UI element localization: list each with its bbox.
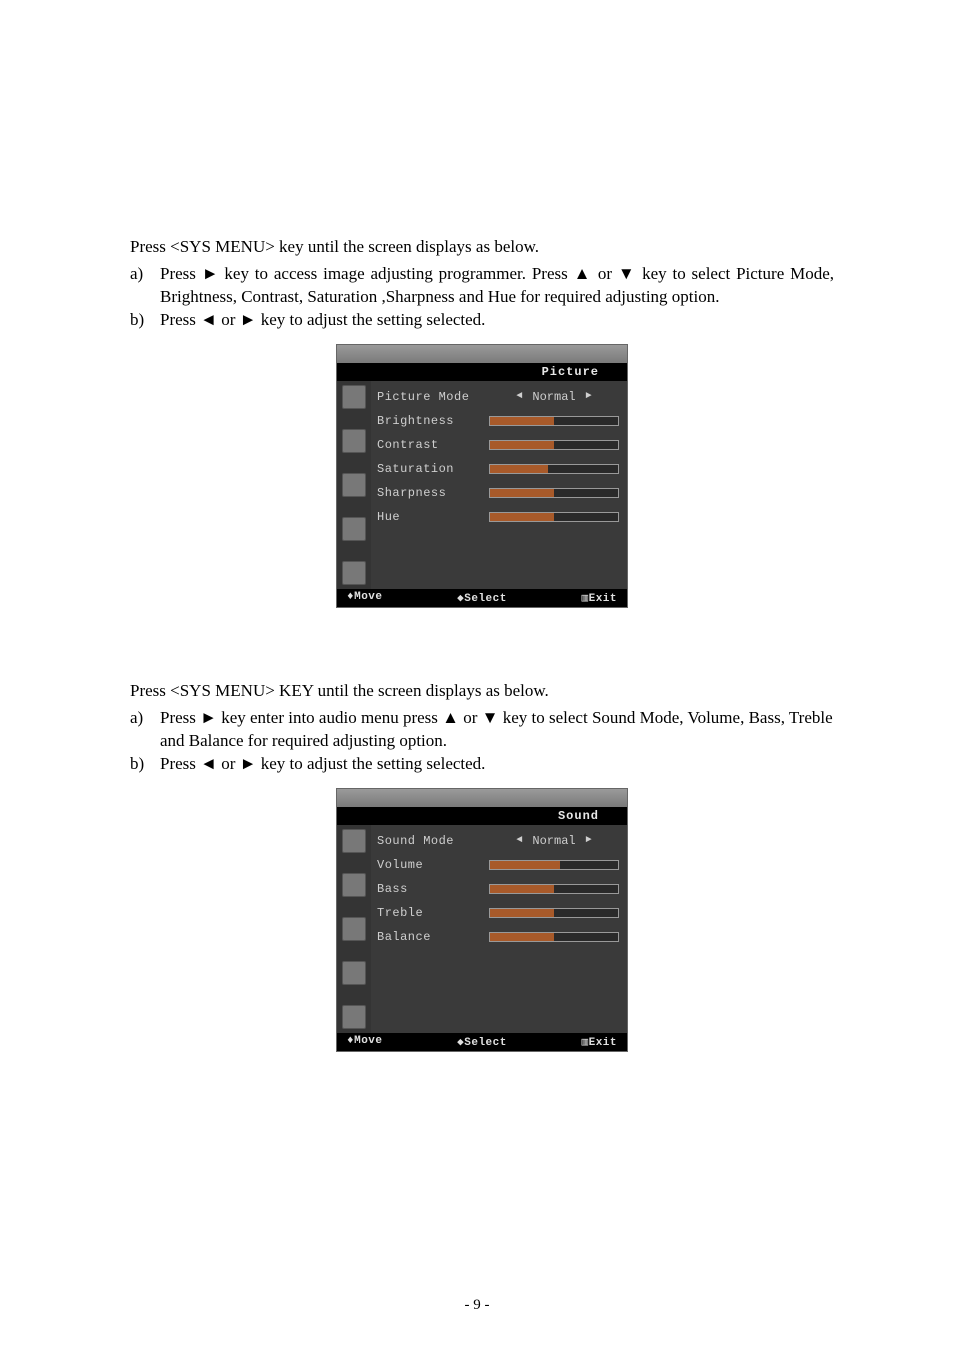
sound-mode-value: Normal (532, 834, 575, 848)
brightness-slider[interactable] (489, 416, 619, 426)
picture-step-b: Press ◄ or ► key to adjust the setting s… (160, 309, 834, 332)
row-contrast[interactable]: Contrast (377, 433, 619, 457)
balance-slider[interactable] (489, 932, 619, 942)
misc-category-icon[interactable] (342, 1005, 366, 1029)
contrast-slider[interactable] (489, 440, 619, 450)
list-marker-a: a) (130, 707, 160, 753)
osd-category-icons (337, 381, 371, 589)
list-marker-b: b) (130, 309, 160, 332)
row-spacer (377, 949, 619, 973)
picture-category-icon[interactable] (342, 385, 366, 409)
row-balance[interactable]: Balance (377, 925, 619, 949)
osd-value-selector: ◄ Normal ► (489, 390, 619, 404)
osd-footer: ♦Move ◆Select ▥Exit (337, 1033, 627, 1051)
row-hue[interactable]: Hue (377, 505, 619, 529)
page-number: - 9 - (0, 1297, 954, 1314)
right-arrow-icon[interactable]: ► (586, 835, 592, 846)
row-sound-mode[interactable]: Sound Mode ◄ Normal ► (377, 829, 619, 853)
osd-title: Sound (337, 807, 627, 825)
footer-exit: ▥Exit (547, 1035, 617, 1049)
saturation-slider[interactable] (489, 464, 619, 474)
osd-panel: Sound Sound Mode ◄ Normal ► (336, 788, 628, 1052)
sound-intro: Press <SYS MENU> KEY until the screen di… (130, 680, 834, 703)
osd-body: Sound Mode ◄ Normal ► Volume Bass (337, 825, 627, 1033)
sharpness-slider[interactable] (489, 488, 619, 498)
list-marker-b: b) (130, 753, 160, 776)
picture-steps-list: a) Press ► key to access image adjusting… (130, 263, 834, 332)
row-bass[interactable]: Bass (377, 877, 619, 901)
osd-rows: Sound Mode ◄ Normal ► Volume Bass (371, 825, 627, 1033)
list-marker-a: a) (130, 263, 160, 309)
osd-label: Contrast (377, 438, 489, 452)
row-saturation[interactable]: Saturation (377, 457, 619, 481)
sound-osd-screenshot: Sound Sound Mode ◄ Normal ► (130, 788, 834, 1052)
globe-category-icon[interactable] (342, 873, 366, 897)
osd-category-icons (337, 825, 371, 1033)
sound-steps-list: a) Press ► key enter into audio menu pre… (130, 707, 834, 776)
bass-slider[interactable] (489, 884, 619, 894)
picture-mode-value: Normal (532, 390, 575, 404)
picture-category-icon[interactable] (342, 829, 366, 853)
settings-category-icon[interactable] (342, 961, 366, 985)
list-item: a) Press ► key enter into audio menu pre… (130, 707, 834, 753)
list-item: b) Press ◄ or ► key to adjust the settin… (130, 309, 834, 332)
row-treble[interactable]: Treble (377, 901, 619, 925)
osd-body: Picture Mode ◄ Normal ► Brightness Contr… (337, 381, 627, 589)
volume-slider[interactable] (489, 860, 619, 870)
sound-category-icon[interactable] (342, 473, 366, 497)
settings-category-icon[interactable] (342, 517, 366, 541)
treble-slider[interactable] (489, 908, 619, 918)
row-sharpness[interactable]: Sharpness (377, 481, 619, 505)
globe-category-icon[interactable] (342, 429, 366, 453)
osd-label: Sound Mode (377, 834, 489, 848)
left-arrow-icon[interactable]: ◄ (516, 391, 522, 402)
picture-intro: Press <SYS MENU> key until the screen di… (130, 236, 834, 259)
osd-label: Sharpness (377, 486, 489, 500)
row-volume[interactable]: Volume (377, 853, 619, 877)
osd-label: Hue (377, 510, 489, 524)
osd-chrome-top (337, 789, 627, 807)
sound-category-icon[interactable] (342, 917, 366, 941)
osd-chrome-top (337, 345, 627, 363)
list-item: b) Press ◄ or ► key to adjust the settin… (130, 753, 834, 776)
osd-label: Bass (377, 882, 489, 896)
osd-label: Picture Mode (377, 390, 489, 404)
footer-exit: ▥Exit (547, 591, 617, 605)
osd-value-selector: ◄ Normal ► (489, 834, 619, 848)
picture-osd-screenshot: Picture Picture Mode ◄ Normal ► (130, 344, 834, 608)
hue-slider[interactable] (489, 512, 619, 522)
osd-label: Saturation (377, 462, 489, 476)
footer-move: ♦Move (347, 1035, 417, 1049)
list-item: a) Press ► key to access image adjusting… (130, 263, 834, 309)
osd-label: Brightness (377, 414, 489, 428)
row-picture-mode[interactable]: Picture Mode ◄ Normal ► (377, 385, 619, 409)
osd-rows: Picture Mode ◄ Normal ► Brightness Contr… (371, 381, 627, 589)
misc-category-icon[interactable] (342, 561, 366, 585)
osd-label: Volume (377, 858, 489, 872)
page: Press <SYS MENU> key until the screen di… (0, 0, 954, 1350)
left-arrow-icon[interactable]: ◄ (516, 835, 522, 846)
footer-select: ◆Select (417, 591, 547, 605)
osd-label: Treble (377, 906, 489, 920)
sound-step-b: Press ◄ or ► key to adjust the setting s… (160, 753, 834, 776)
footer-move: ♦Move (347, 591, 417, 605)
osd-footer: ♦Move ◆Select ▥Exit (337, 589, 627, 607)
sound-step-a: Press ► key enter into audio menu press … (160, 707, 834, 753)
row-brightness[interactable]: Brightness (377, 409, 619, 433)
osd-label: Balance (377, 930, 489, 944)
footer-select: ◆Select (417, 1035, 547, 1049)
osd-panel: Picture Picture Mode ◄ Normal ► (336, 344, 628, 608)
osd-title: Picture (337, 363, 627, 381)
right-arrow-icon[interactable]: ► (586, 391, 592, 402)
picture-step-a: Press ► key to access image adjusting pr… (160, 263, 834, 309)
